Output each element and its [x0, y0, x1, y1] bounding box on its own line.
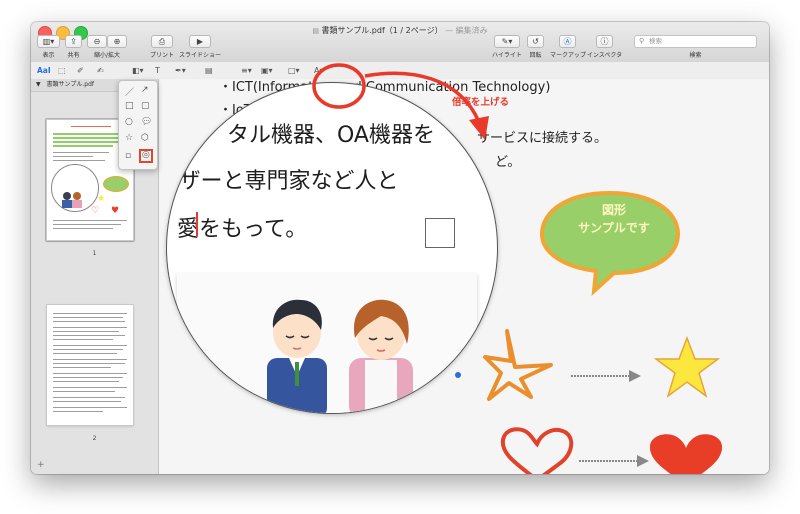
sketched-star-shape[interactable]: [481, 327, 561, 402]
info-icon: ⓘ: [600, 37, 609, 46]
loupe-empty-square: [425, 218, 455, 248]
signature-icon: ✒▾: [175, 66, 186, 75]
thumbnail-bubble: [103, 176, 129, 192]
rotate-label: 回転: [529, 52, 542, 59]
page-thumbnail-2[interactable]: [47, 305, 133, 425]
selection-icon: ⬚: [58, 66, 66, 75]
inspector-button[interactable]: ⓘ: [596, 35, 613, 48]
preview-window: ▤ 書類サンプル.pdf（1 / 2ページ） — 編集済み ▥▾ 表示 ⇪ 共有…: [31, 22, 769, 474]
sign-tool[interactable]: ✒▾: [175, 65, 186, 76]
edited-status: — 編集済み: [445, 26, 488, 35]
slideshow-label: スライドショー: [178, 52, 221, 59]
markup-label: マークアップ: [550, 52, 587, 59]
search-icon: ⚲: [639, 37, 645, 45]
bubble-text: 図形 サンプルです: [578, 203, 650, 235]
border-color-icon: ▣▾: [261, 66, 273, 75]
rounded-rect-shape-option[interactable]: ▢: [141, 101, 150, 111]
share-icon: ⇪: [70, 37, 77, 46]
fill-color-icon: □▾: [288, 66, 300, 75]
markup-toolbar-button[interactable]: Ⓐ: [559, 35, 576, 48]
text-selection-tool[interactable]: AaI: [37, 65, 51, 76]
rotate-icon: ↺: [532, 37, 539, 46]
note-icon: ▤: [205, 66, 213, 75]
sketch-icon: ✐: [77, 66, 84, 75]
thumbnail-heart-outline: ♡: [91, 206, 100, 216]
zoom-out-icon: ⊖: [93, 37, 101, 46]
view-button[interactable]: ▥▾: [37, 35, 60, 48]
sketched-heart-shape[interactable]: [497, 424, 577, 474]
star-shape-option[interactable]: ☆: [125, 133, 133, 143]
oval-shape-option[interactable]: ○: [125, 117, 133, 127]
arrow-shape-option[interactable]: ↗: [141, 85, 149, 95]
draw-tool[interactable]: ✍: [97, 65, 104, 76]
polygon-shape-option[interactable]: ⬡: [141, 133, 149, 143]
heart-shape[interactable]: [647, 431, 725, 474]
bowing-people-illustration: [267, 299, 413, 413]
page-number-1: 1: [92, 250, 97, 257]
print-button[interactable]: ⎙: [151, 35, 173, 48]
note-tool[interactable]: ▤: [205, 65, 213, 76]
highlight-button[interactable]: ✎▾: [494, 35, 520, 48]
rectangle-shape-option[interactable]: □: [125, 101, 134, 111]
shapes-tool[interactable]: ◧▾: [132, 65, 144, 76]
text-box-icon: T: [155, 66, 160, 75]
sidebar-file-name: 書類サンプル.pdf: [46, 81, 95, 88]
arrow-shape-1[interactable]: [569, 369, 644, 383]
print-label: プリント: [149, 52, 174, 59]
play-icon: ▶: [196, 37, 204, 46]
page-number-2: 2: [92, 435, 97, 442]
sidebar-view-icon: ▥▾: [42, 37, 55, 46]
add-page-icon[interactable]: +: [37, 460, 45, 470]
line-shape-option[interactable]: ／: [125, 85, 134, 98]
text-cursor: [196, 212, 198, 236]
search-placeholder: 検索: [649, 37, 662, 45]
title-bar: ▤ 書類サンプル.pdf（1 / 2ページ） — 編集済み ▥▾ 表示 ⇪ 共有…: [31, 22, 769, 63]
thumbnail-heart: ♥: [111, 206, 120, 216]
zoom-out-button[interactable]: ⊖: [87, 35, 107, 48]
loupe-option-highlight: [139, 149, 153, 163]
mask-shape-option[interactable]: ▫: [125, 151, 131, 161]
loupe-text-line2: ーザーと専門家など人と: [166, 169, 399, 194]
loupe-resize-handle[interactable]: [455, 372, 461, 378]
printer-icon: ⎙: [158, 36, 166, 46]
search-label: 検索: [689, 52, 702, 59]
search-field[interactable]: ⚲ 検索: [634, 35, 757, 48]
text-box-tool[interactable]: T: [155, 65, 160, 76]
inspector-label: インスペクタ: [586, 52, 623, 59]
zoom-in-button[interactable]: ⊕: [107, 35, 127, 48]
document-icon: ▤: [312, 27, 319, 35]
slideshow-button[interactable]: ▶: [189, 35, 211, 48]
line-style-tool[interactable]: ≡▾: [241, 65, 252, 76]
rotate-button[interactable]: ↺: [527, 35, 544, 48]
markup-pen-icon: Ⓐ: [563, 37, 572, 46]
view-label: 表示: [42, 52, 55, 59]
zoom-label: 縮小/拡大: [93, 52, 121, 59]
speech-bubble-shape-option[interactable]: 💬︎: [141, 117, 152, 127]
annotation-arrow[interactable]: [359, 66, 499, 146]
line-style-icon: ≡▾: [241, 66, 252, 75]
draw-icon: ✍: [97, 66, 104, 75]
border-color-tool[interactable]: ▣▾: [261, 65, 273, 76]
arrow-shape-2[interactable]: [577, 454, 652, 468]
highlight-label: ハイライト: [492, 52, 522, 59]
highlighter-icon: ✎▾: [501, 37, 513, 46]
fill-color-tool[interactable]: □▾: [288, 65, 300, 76]
star-shape[interactable]: [653, 335, 721, 399]
window-title-text: 書類サンプル.pdf（1 / 2ページ）: [321, 26, 443, 35]
thumbnail-people: [61, 192, 85, 208]
rect-selection-tool[interactable]: ⬚: [58, 65, 66, 76]
thumbnail-star: ★: [97, 194, 106, 204]
disclosure-triangle-icon[interactable]: ▼: [36, 81, 41, 88]
sketch-tool[interactable]: ✐: [77, 65, 84, 76]
shapes-icon: ◧▾: [132, 66, 144, 75]
share-label: 共有: [67, 52, 80, 59]
shapes-popup-menu: ／ ↗ □ ▢ ○ 💬︎ ☆ ⬡ ▫ ◎: [118, 80, 158, 170]
document-text-line4: ど。: [495, 155, 521, 170]
zoom-in-icon: ⊕: [113, 37, 121, 46]
share-button[interactable]: ⇪: [65, 35, 82, 48]
